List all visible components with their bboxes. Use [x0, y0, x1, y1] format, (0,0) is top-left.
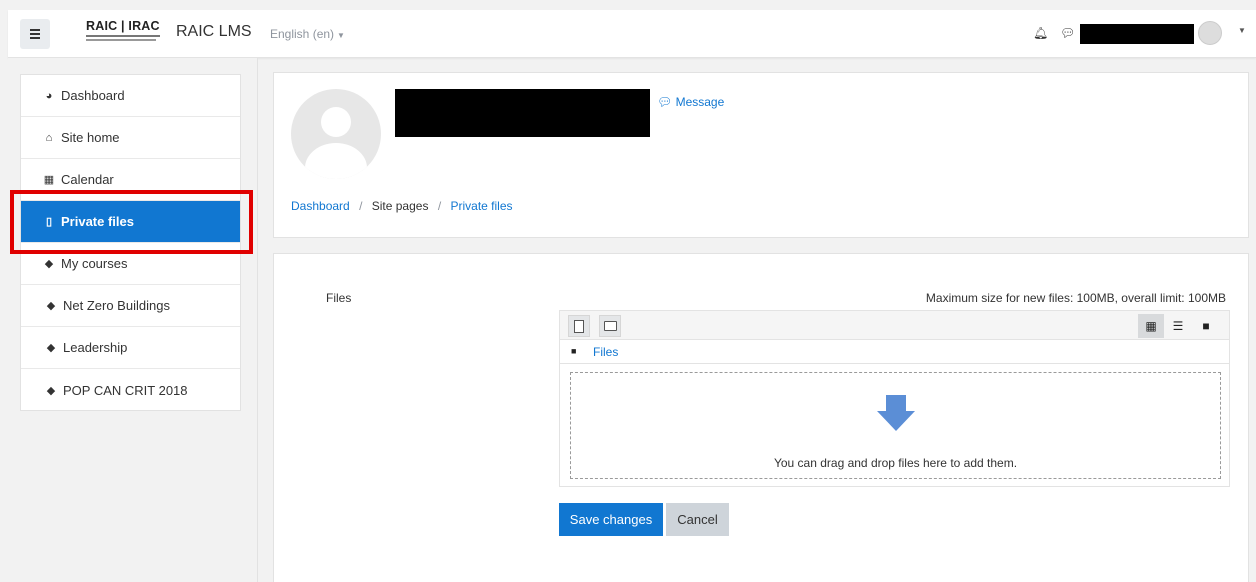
tree-view-button[interactable]: ■: [1193, 314, 1219, 338]
file-picker-area: You can drag and drop files here to add …: [559, 364, 1230, 487]
folder-icon: [603, 321, 617, 331]
logo-tagline-line: [86, 35, 160, 37]
message-link[interactable]: 💬︎ Message: [657, 95, 724, 109]
sidebar-item-course[interactable]: ◆ Net Zero Buildings: [21, 285, 240, 327]
list-icon: ☰: [1172, 319, 1184, 333]
graduation-cap-icon: ◆: [46, 384, 56, 397]
cancel-button[interactable]: Cancel: [666, 503, 729, 536]
sidebar-item-course[interactable]: ◆ POP CAN CRIT 2018: [21, 369, 240, 411]
bell-icon[interactable]: 🔔︎: [1033, 26, 1048, 40]
redacted-username: [1080, 24, 1194, 44]
main-content: Files Maximum size for new files: 100MB,…: [273, 253, 1249, 582]
graduation-cap-icon: ◆: [46, 300, 56, 312]
file-picker-toolbar: ▦ ☰ ■: [559, 310, 1230, 340]
sidebar-item-label: My courses: [61, 256, 128, 271]
avatar-body-shape: [305, 143, 367, 179]
highlight-annotation: [10, 190, 253, 254]
breadcrumb-private-files[interactable]: Private files: [451, 199, 513, 213]
redacted-user-name: [395, 89, 650, 137]
language-label: English (en): [270, 27, 335, 41]
graduation-cap-icon: ◆: [46, 342, 56, 354]
breadcrumb: Dashboard / Site pages / Private files: [291, 199, 513, 213]
caret-down-icon[interactable]: ▼: [1238, 26, 1246, 35]
sidebar-item-label: Leadership: [63, 340, 128, 355]
breadcrumb-dashboard[interactable]: Dashboard: [291, 199, 350, 213]
sidebar-item-dashboard[interactable]: ◕ Dashboard: [21, 75, 240, 117]
sidebar-item-label: Calendar: [61, 172, 114, 187]
message-label: Message: [675, 95, 725, 109]
dashboard-icon: ◕: [45, 89, 53, 102]
folder-icon: ■: [571, 346, 577, 356]
breadcrumb-site-pages: Site pages: [371, 199, 429, 213]
download-arrow-icon: [877, 395, 915, 431]
grid-icon: ▦: [1145, 319, 1157, 333]
site-logo[interactable]: RAIC | IRAC: [86, 19, 166, 47]
folder-icon: ■: [1202, 319, 1210, 333]
language-selector[interactable]: English (en) ▼: [270, 27, 345, 41]
caret-down-icon: ▼: [337, 31, 345, 40]
drop-zone[interactable]: You can drag and drop files here to add …: [570, 372, 1221, 479]
create-folder-button[interactable]: [599, 315, 621, 337]
site-name[interactable]: RAIC LMS: [176, 23, 252, 41]
breadcrumb-separator: /: [359, 199, 363, 213]
sidebar-item-label: Site home: [61, 130, 120, 145]
top-navbar: RAIC | IRAC RAIC LMS English (en) ▼ 🔔︎ 💬︎…: [8, 10, 1256, 58]
sidebar-item-site-home[interactable]: ⌂ Site home: [21, 117, 240, 159]
chat-icon: 💬︎: [657, 95, 673, 109]
chat-icon[interactable]: 💬︎: [1060, 26, 1075, 40]
sidebar-item-course[interactable]: ◆ Leadership: [21, 327, 240, 369]
file-picker-path: ■ Files: [559, 340, 1230, 364]
user-profile-picture: [291, 89, 381, 179]
avatar-head-shape: [321, 107, 351, 137]
files-field-label: Files: [326, 291, 352, 305]
home-icon: ⌂: [45, 131, 53, 144]
menu-toggle-button[interactable]: [20, 19, 50, 49]
file-icon: [574, 319, 584, 333]
sidebar-item-label: Net Zero Buildings: [63, 298, 170, 313]
user-avatar[interactable]: [1198, 21, 1222, 45]
breadcrumb-separator: /: [437, 199, 442, 213]
save-changes-button[interactable]: Save changes: [559, 503, 663, 536]
drop-instructions: You can drag and drop files here to add …: [773, 456, 1018, 470]
logo-tagline-line: [86, 39, 156, 41]
graduation-cap-icon: ◆: [44, 258, 54, 270]
icon-view-button[interactable]: ▦: [1138, 314, 1164, 338]
page-header: 💬︎ Message Dashboard / Site pages / Priv…: [273, 72, 1249, 238]
sidebar-item-label: Dashboard: [61, 88, 125, 103]
list-view-button[interactable]: ☰: [1165, 314, 1191, 338]
hamburger-icon: [30, 33, 40, 35]
calendar-icon: ▦: [43, 174, 55, 186]
path-files-link[interactable]: Files: [593, 345, 618, 359]
logo-text: RAIC | IRAC: [86, 19, 160, 33]
add-file-button[interactable]: [568, 315, 590, 337]
sidebar-item-label: POP CAN CRIT 2018: [63, 382, 188, 398]
max-size-info: Maximum size for new files: 100MB, overa…: [925, 291, 1226, 305]
